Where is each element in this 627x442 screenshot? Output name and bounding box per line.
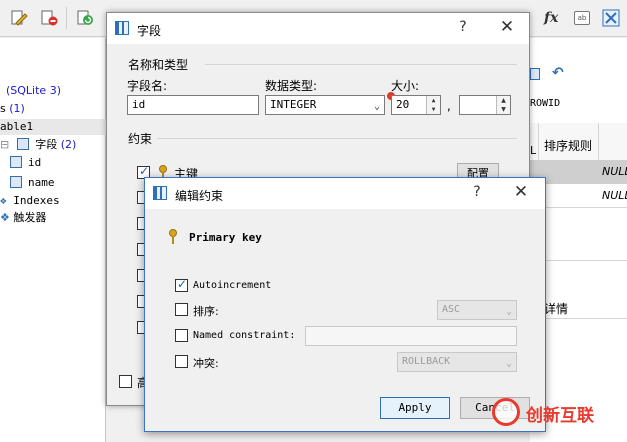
help-button[interactable]: ? — [467, 184, 487, 200]
constraint-name-input[interactable] — [305, 326, 517, 346]
fields-icon — [17, 138, 30, 150]
rowid-label: ROWID — [530, 98, 561, 109]
precision-spinbox[interactable]: ▲ ▼ — [459, 95, 511, 115]
data-type-value: INTEGER — [270, 98, 317, 111]
help-button[interactable]: ? — [453, 19, 473, 35]
conflict-checkbox[interactable] — [175, 355, 188, 368]
tree-table[interactable]: able1 — [0, 119, 106, 135]
watermark-text: 创新互联 — [526, 406, 594, 426]
data-type-label: 数据类型: — [265, 79, 318, 93]
database-tree[interactable]: (SQLite 3) s (1) able1 ⊟ 字段 (2) id name ❖… — [0, 38, 106, 442]
field-icon — [10, 176, 22, 188]
chevron-down-icon: ⌄ — [505, 358, 512, 369]
tables-count: (1) — [9, 102, 25, 115]
table-name: able1 — [0, 120, 34, 133]
autoincrement-checkbox[interactable] — [175, 277, 188, 292]
indexes-label: Indexes — [13, 194, 60, 207]
tree-triggers[interactable]: ❖ 触发器 — [0, 210, 46, 226]
function-icon[interactable]: fx — [544, 10, 558, 26]
tree-fields[interactable]: ⊟ 字段 (2) — [0, 137, 76, 153]
field-icon — [10, 156, 22, 168]
spinner-arrows-icon[interactable]: ▲ ▼ — [496, 96, 510, 114]
data-type-select[interactable]: INTEGER ⌄ — [265, 95, 385, 115]
close-button[interactable]: ✕ — [511, 182, 531, 202]
tree-database[interactable]: (SQLite 3) — [6, 83, 61, 99]
grid-header: L 排序规则 — [530, 123, 627, 161]
sort-checkbox[interactable] — [175, 303, 188, 316]
right-toolbar: fx ab — [530, 0, 627, 37]
field-name: name — [28, 176, 55, 189]
edit-icon[interactable] — [10, 9, 28, 27]
undo-icon[interactable]: ↶ — [552, 65, 564, 81]
tables-label: s — [0, 102, 6, 115]
conflict-label: 冲突: — [193, 357, 219, 370]
format-icon[interactable]: ab — [574, 11, 590, 25]
spinner-arrows-icon[interactable]: ▲ ▼ — [426, 96, 440, 114]
fields-count: (2) — [60, 138, 77, 151]
named-constraint-label: Named constraint: — [193, 330, 296, 341]
detail-label: 详情 — [544, 302, 569, 316]
grid-toolbar: ↶ — [530, 65, 627, 82]
watermark: 创新互联 — [492, 396, 627, 430]
constraint-dialog-titlebar[interactable]: 编辑约束 ? ✕ — [145, 178, 545, 209]
triggers-label: 触发器 — [13, 211, 47, 224]
constraint-dialog-title: 编辑约束 — [175, 189, 224, 203]
size-spinbox[interactable]: 20 ▲ ▼ — [391, 95, 441, 115]
copy-icon[interactable] — [530, 68, 540, 80]
constraint-name: Primary key — [189, 231, 262, 244]
column-header: L — [530, 144, 537, 157]
conflict-select[interactable]: ROLLBACK ⌄ — [397, 352, 517, 372]
refresh-icon[interactable] — [76, 9, 94, 27]
tree-indexes[interactable]: ❖ Indexes — [0, 193, 60, 209]
column-header: 排序规则 — [544, 139, 593, 153]
tree-tables[interactable]: s (1) — [0, 101, 25, 117]
size-label: 大小: — [391, 79, 420, 93]
field-name: id — [28, 156, 42, 169]
close-button[interactable]: ✕ — [497, 17, 517, 37]
field-dialog-icon — [115, 21, 129, 35]
conflict-value: ROLLBACK — [402, 356, 451, 367]
watermark-logo-icon — [492, 398, 520, 426]
grid-icon[interactable] — [602, 9, 620, 27]
field-name-label: 字段名: — [127, 79, 168, 93]
key-icon — [168, 229, 178, 244]
field-dialog-title: 字段 — [137, 24, 162, 38]
null-cell: NULL — [602, 189, 627, 202]
apply-button[interactable]: Apply — [380, 397, 450, 419]
advanced-checkbox[interactable] — [119, 375, 132, 388]
field-name-input[interactable]: id — [127, 95, 259, 115]
tree-field-item[interactable]: name — [10, 175, 55, 191]
delete-icon[interactable] — [40, 9, 58, 27]
sort-order-select[interactable]: ASC ⌄ — [437, 300, 517, 320]
fields-label: 字段 — [35, 138, 58, 151]
null-cell: NULL — [602, 165, 627, 178]
autoincrement-label: Autoincrement — [193, 280, 272, 291]
size-value: 20 — [396, 98, 410, 111]
sort-order-value: ASC — [442, 304, 461, 315]
tree-field-item[interactable]: id — [10, 155, 41, 171]
edit-constraint-dialog: 编辑约束 ? ✕ Primary key Autoincrement 排序: A… — [144, 177, 546, 432]
group-title-name-type: 名称和类型 — [128, 58, 189, 72]
group-title-constraints: 约束 — [128, 132, 153, 146]
field-dialog-titlebar[interactable]: 字段 ? ✕ — [107, 13, 529, 44]
named-constraint-checkbox[interactable] — [175, 329, 188, 342]
size-separator: , — [447, 99, 451, 113]
constraint-dialog-icon — [153, 186, 167, 200]
chevron-down-icon: ⌄ — [505, 306, 512, 317]
chevron-down-icon: ⌄ — [373, 101, 380, 112]
db-type-label: (SQLite 3) — [6, 84, 61, 97]
sort-label: 排序: — [193, 305, 219, 318]
